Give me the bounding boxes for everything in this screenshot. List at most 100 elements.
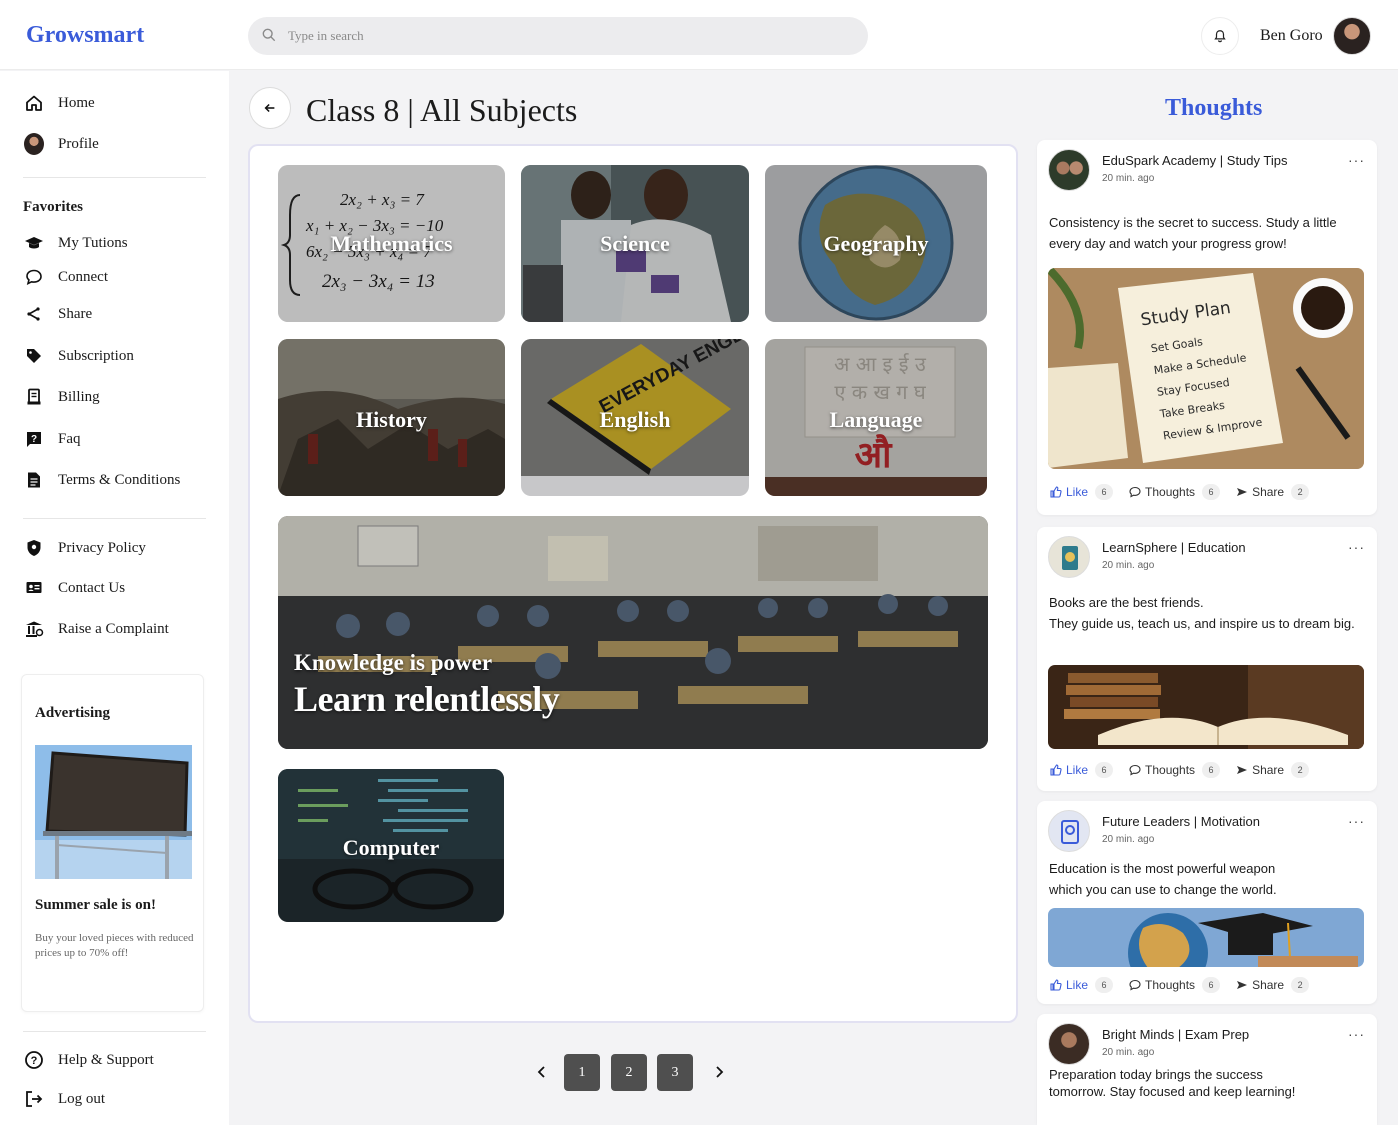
post-time: 20 min. ago (1102, 173, 1155, 184)
sidebar-item-label: Terms & Conditions (58, 471, 181, 488)
sidebar-item-help[interactable]: ? Help & Support (24, 1050, 154, 1070)
send-icon (1237, 766, 1248, 774)
page-button-3[interactable]: 3 (657, 1054, 693, 1091)
subject-card-mathematics[interactable]: 2x₂ + x₃ = 7 x₁ + x₂ − 3x₃ = −10 6x₂ − 5… (278, 165, 505, 322)
sidebar-item-label: Privacy Policy (58, 539, 146, 556)
like-button[interactable]: Like 6 (1050, 977, 1114, 993)
thoughts-label: Thoughts (1145, 485, 1196, 499)
share-count: 2 (1291, 484, 1310, 500)
share-button[interactable]: Share 2 (1236, 762, 1310, 778)
sidebar-item-label: Profile (58, 135, 99, 152)
share-label: Share (1252, 763, 1285, 777)
search-icon (262, 28, 276, 42)
author-avatar[interactable] (1048, 536, 1090, 578)
sidebar-item-home[interactable]: Home (24, 93, 95, 113)
sidebar-item-faq[interactable]: ? Faq (24, 429, 81, 449)
sidebar-item-privacy[interactable]: Privacy Policy (24, 538, 146, 558)
sidebar-item-label: Faq (58, 430, 81, 447)
like-button[interactable]: Like 6 (1050, 762, 1114, 778)
share-count: 2 (1291, 977, 1310, 993)
like-button[interactable]: Like 6 (1050, 484, 1114, 500)
advertising-card[interactable]: Advertising Summer sale is on! Buy your … (21, 674, 204, 1012)
sidebar-item-label: Help & Support (58, 1051, 154, 1068)
thought-post: Bright Minds | Exam Prep 20 min. ago ···… (1037, 1014, 1377, 1125)
faq-icon: ? (24, 429, 44, 449)
author-name[interactable]: Bright Minds | Exam Prep (1102, 1027, 1249, 1042)
sidebar-item-profile[interactable]: Profile (24, 133, 99, 155)
page-button-1[interactable]: 1 (564, 1054, 600, 1091)
subject-label: Computer (342, 835, 440, 860)
sidebar-item-label: Billing (58, 388, 100, 405)
share-button[interactable]: Share 2 (1236, 977, 1310, 993)
thoughts-count: 6 (1202, 484, 1221, 500)
logout-icon (24, 1089, 44, 1109)
subject-card-language[interactable]: अ आ इ ई उ ए क ख ग घ औ Language (765, 339, 987, 496)
more-options-icon[interactable]: ··· (1348, 813, 1365, 829)
back-button[interactable] (249, 87, 291, 129)
sidebar-item-logout[interactable]: Log out (24, 1089, 105, 1109)
more-options-icon[interactable]: ··· (1348, 539, 1365, 555)
thumbs-up-icon (1050, 486, 1062, 498)
post-time: 20 min. ago (1102, 560, 1155, 571)
thoughts-count: 6 (1202, 762, 1221, 778)
sidebar-item-terms[interactable]: Terms & Conditions (24, 470, 180, 490)
author-avatar[interactable] (1048, 810, 1090, 852)
user-avatar[interactable] (1333, 17, 1371, 55)
app-logo[interactable]: Growsmart (26, 22, 144, 49)
send-icon (1237, 488, 1248, 496)
sidebar-item-subscription[interactable]: Subscription (24, 346, 134, 366)
next-page-button[interactable] (710, 1063, 728, 1081)
chevron-left-icon (537, 1066, 545, 1078)
subject-card-history[interactable]: History (278, 339, 505, 496)
sidebar: Home Profile Favorites My Tutions Connec… (0, 71, 229, 1125)
page-button-2[interactable]: 2 (611, 1054, 647, 1091)
thought-post: Future Leaders | Motivation 20 min. ago … (1037, 801, 1377, 1004)
subject-card-english[interactable]: EVERYDAY ENGLISH English (521, 339, 749, 496)
post-image[interactable] (1048, 908, 1364, 967)
svg-text:?: ? (31, 434, 37, 445)
thoughts-button[interactable]: Thoughts 6 (1129, 977, 1221, 993)
sidebar-item-connect[interactable]: Connect (24, 267, 108, 287)
search-bar[interactable] (248, 17, 868, 55)
shield-icon (24, 538, 44, 558)
author-avatar[interactable] (1048, 1023, 1090, 1065)
avatar (24, 133, 44, 155)
arrow-left-icon (264, 103, 275, 113)
thumbs-up-icon (1050, 764, 1062, 776)
notification-button[interactable] (1201, 17, 1239, 55)
post-image[interactable] (1048, 665, 1364, 749)
sidebar-item-billing[interactable]: Billing (24, 387, 100, 407)
post-image[interactable]: Study Plan Set Goals Make a Schedule Sta… (1048, 268, 1364, 469)
post-actions: Like 6 Thoughts 6 Share 2 (1050, 761, 1325, 779)
share-button[interactable]: Share 2 (1236, 484, 1310, 500)
favorites-heading: Favorites (23, 199, 83, 215)
sidebar-item-my-tutions[interactable]: My Tutions (24, 233, 128, 253)
author-name[interactable]: LearnSphere | Education (1102, 540, 1246, 555)
divider (23, 1031, 206, 1032)
post-actions: Like 6 Thoughts 6 Share 2 (1050, 483, 1325, 501)
subject-card-geography[interactable]: Geography (765, 165, 987, 322)
thoughts-heading: Thoughts (1165, 95, 1263, 121)
author-name[interactable]: EduSpark Academy | Study Tips (1102, 153, 1287, 168)
sidebar-item-label: Log out (58, 1090, 106, 1107)
subject-card-computer[interactable]: Computer (278, 769, 504, 922)
sidebar-item-complaint[interactable]: Raise a Complaint (24, 619, 169, 639)
thoughts-button[interactable]: Thoughts 6 (1129, 484, 1221, 500)
like-count: 6 (1095, 977, 1114, 993)
search-input[interactable] (288, 17, 848, 55)
comment-icon (1129, 486, 1141, 498)
top-header: Growsmart Ben Goro (0, 0, 1398, 70)
user-name[interactable]: Ben Goro (1260, 27, 1323, 45)
author-name[interactable]: Future Leaders | Motivation (1102, 814, 1260, 829)
comment-icon (1129, 764, 1141, 776)
subject-card-science[interactable]: Science (521, 165, 749, 322)
sidebar-item-share[interactable]: Share (24, 304, 92, 324)
author-avatar[interactable] (1048, 149, 1090, 191)
more-options-icon[interactable]: ··· (1348, 1026, 1365, 1042)
more-options-icon[interactable]: ··· (1348, 152, 1365, 168)
help-icon: ? (24, 1050, 44, 1070)
thought-post: LearnSphere | Education 20 min. ago ··· … (1037, 527, 1377, 791)
prev-page-button[interactable] (533, 1063, 551, 1081)
thoughts-button[interactable]: Thoughts 6 (1129, 762, 1221, 778)
sidebar-item-contact[interactable]: Contact Us (24, 578, 125, 598)
